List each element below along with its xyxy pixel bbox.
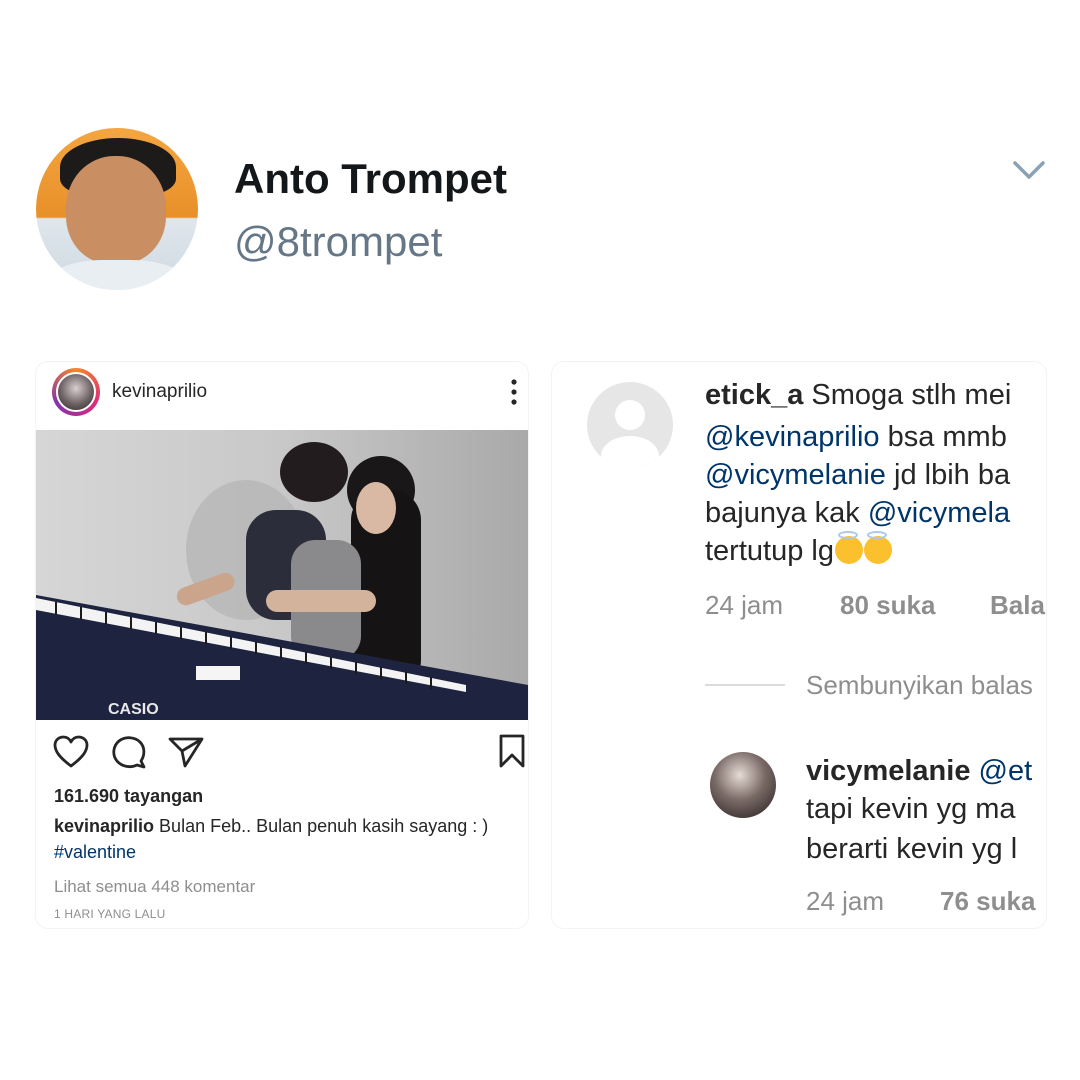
comment-icon[interactable] [111, 735, 147, 769]
view-count: 161.690 tayangan [54, 786, 204, 806]
user-handle[interactable]: @8trompet [234, 218, 442, 266]
comment-line-5: tertutup lg [705, 531, 1046, 570]
reply-author-avatar[interactable] [710, 752, 776, 818]
reply-line-2: tapi kevin yg ma [806, 793, 1016, 825]
keyboard-brand: CASIO [108, 701, 159, 718]
comment-likes[interactable]: 80 suka [840, 590, 935, 621]
profile-avatar[interactable] [36, 128, 198, 290]
avatar-face [66, 156, 166, 264]
comment-line-4: bajunya kak @vicymela [705, 497, 1011, 529]
comment-time: 24 jam [705, 590, 784, 620]
mention-link[interactable]: @kevinaprilio [705, 421, 880, 453]
post-date: 1 HARI YANG LALU [54, 907, 166, 921]
comment-line-3: @vicymelanie jd lbih ba [705, 459, 1011, 491]
reply-username[interactable]: vicymelanie [806, 755, 970, 787]
commenter-username[interactable]: etick_a [705, 379, 803, 411]
hashtag-link[interactable]: #valentine [54, 842, 136, 863]
more-vertical-icon[interactable] [510, 378, 518, 406]
caption-text: Bulan Feb.. Bulan penuh kasih sayang : ) [154, 816, 489, 836]
bookmark-icon[interactable] [498, 734, 526, 768]
mention-link[interactable]: @vicymelanie [705, 459, 886, 491]
post-author-username[interactable]: kevinaprilio [112, 381, 207, 403]
smiling-face-with-halo-icon [863, 531, 892, 564]
reply-button[interactable]: Bala [990, 590, 1045, 621]
avatar-shirt [46, 260, 188, 290]
divider-line [705, 684, 785, 686]
mention-link[interactable]: @vicymela [868, 497, 1010, 529]
commenter-avatar[interactable] [587, 382, 673, 468]
reply-time: 24 jam [806, 886, 885, 916]
reply-line-1: vicymelanie @et [806, 752, 1046, 790]
smiling-face-with-halo-icon [834, 531, 863, 564]
reply-line-3: berarti kevin yg l [806, 833, 1018, 865]
hide-replies-button[interactable]: Sembunyikan balas [806, 670, 1033, 701]
mention-link[interactable]: @et [979, 755, 1033, 787]
send-icon[interactable] [168, 736, 204, 768]
display-name[interactable]: Anto Trompet [234, 155, 507, 203]
caption-username[interactable]: kevinaprilio [54, 816, 154, 836]
reply-likes[interactable]: 76 suka [940, 886, 1035, 917]
post-caption: kevinaprilio Bulan Feb.. Bulan penuh kas… [54, 816, 488, 837]
post-author-avatar[interactable] [52, 368, 100, 416]
view-all-comments-link[interactable]: Lihat semua 448 komentar [54, 877, 255, 897]
comment-line-2: @kevinaprilio bsa mmb [705, 421, 1007, 453]
comments-card: etick_a Smoga stlh mei @kevinaprilio bsa… [552, 362, 1046, 928]
heart-icon[interactable] [53, 735, 89, 769]
chevron-down-icon[interactable] [1012, 158, 1046, 182]
post-photo[interactable]: CASIO [36, 430, 528, 720]
comment-line-1: etick_a Smoga stlh mei [705, 379, 1012, 411]
